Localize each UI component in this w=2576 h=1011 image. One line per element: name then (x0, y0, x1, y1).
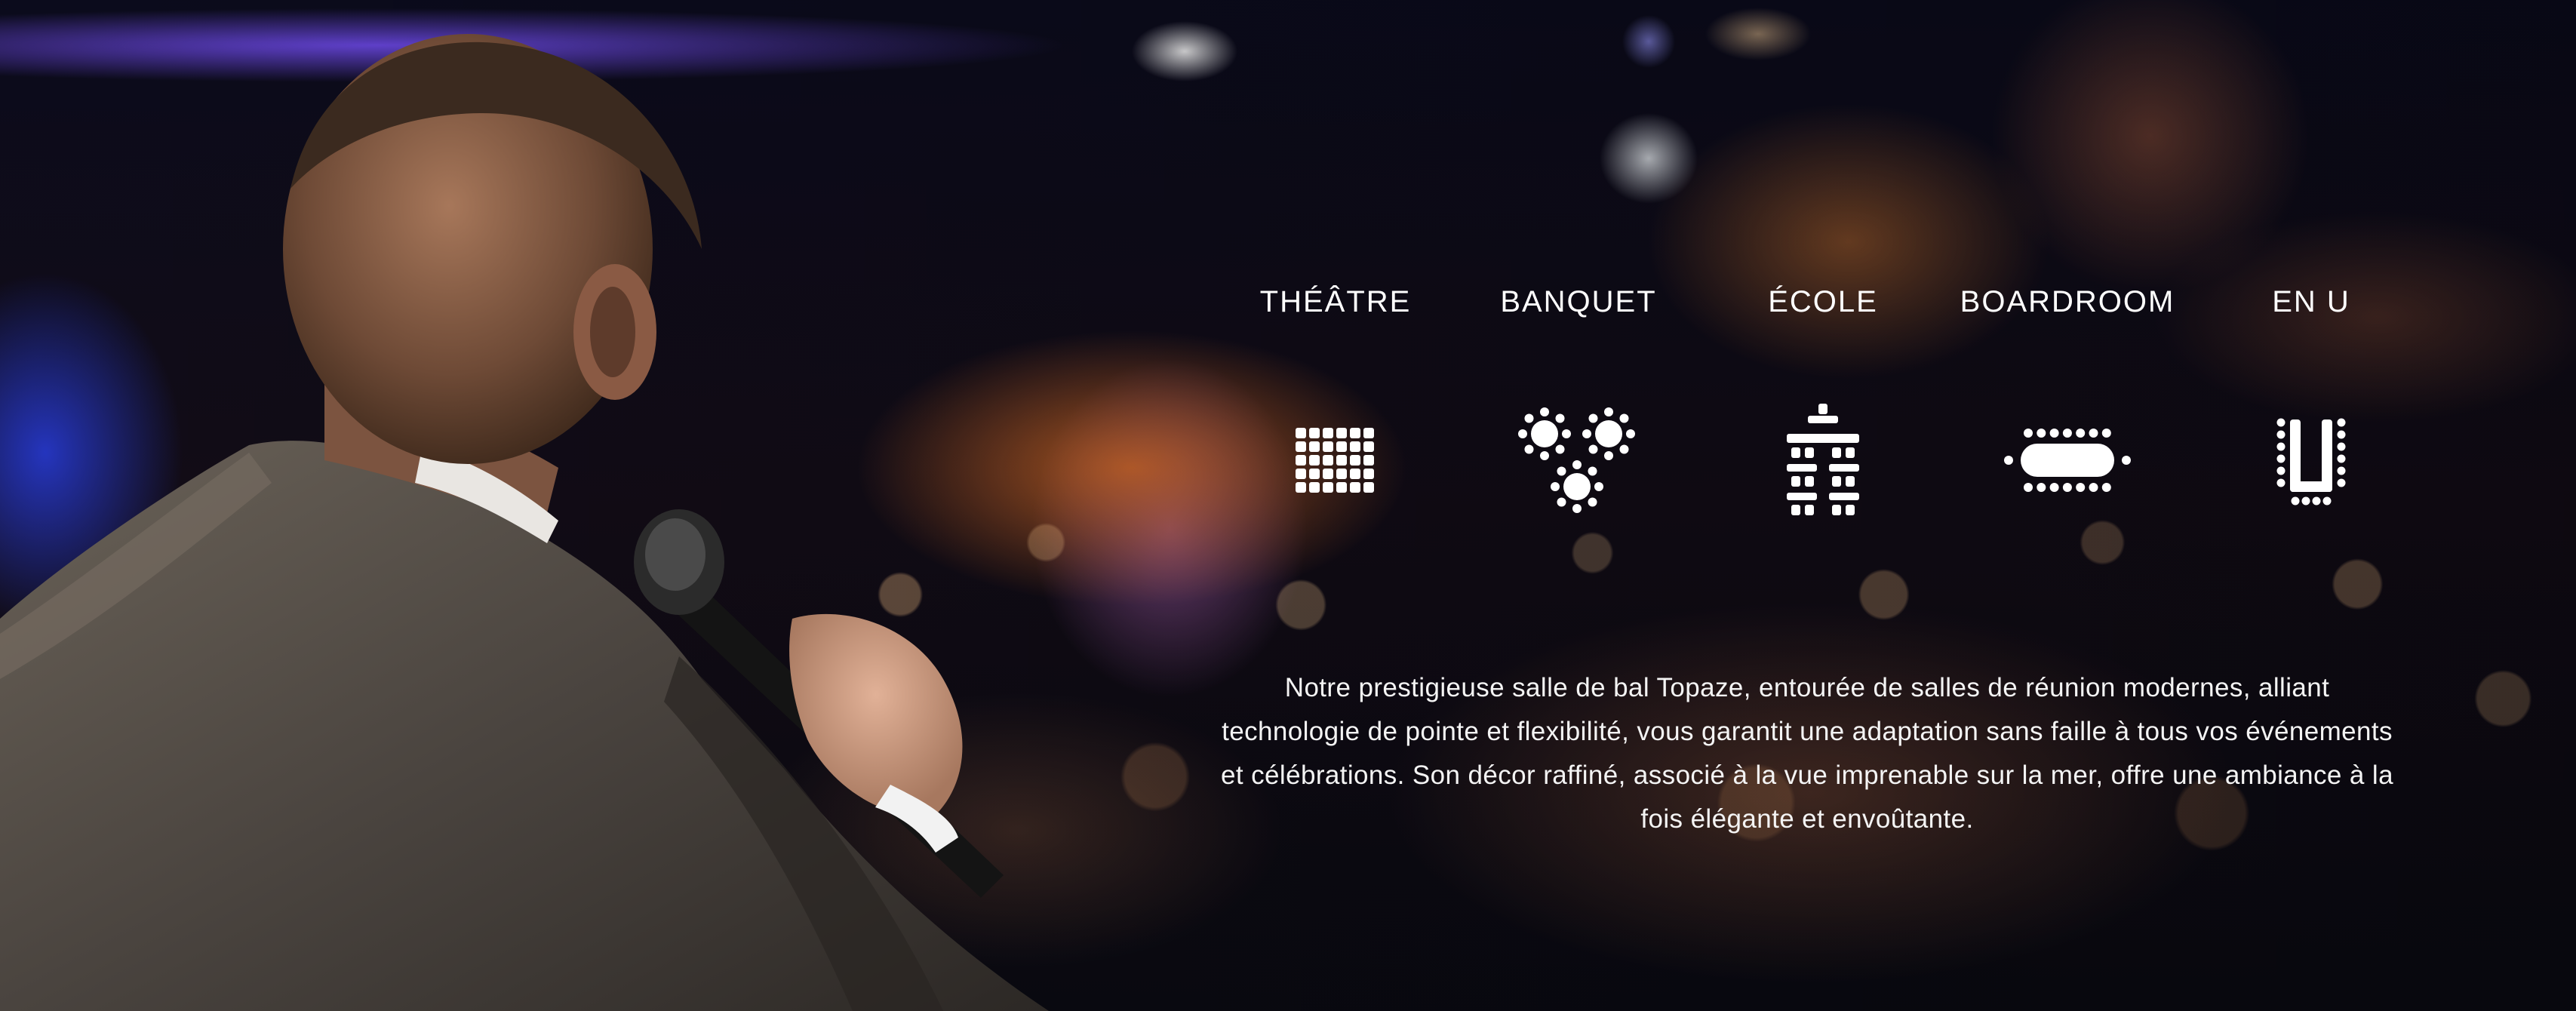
banquet-layout-icon (1511, 396, 1646, 524)
layout-label: THÉÂTRE (1259, 285, 1412, 318)
boardroom-layout-icon (2000, 396, 2135, 524)
speaker-figure (0, 34, 1049, 1011)
layout-option-banquet[interactable]: BANQUET (1465, 283, 1692, 524)
layout-option-en-u[interactable]: EN U (2198, 283, 2424, 524)
layout-label: BOARDROOM (1960, 285, 2175, 318)
layout-label: ÉCOLE (1768, 285, 1878, 318)
layout-option-boardroom[interactable]: BOARDROOM (1954, 283, 2181, 524)
hero-section: THÉÂTRE BANQUET ÉCOLE BOARDROOM EN U Not… (0, 0, 2576, 1011)
u-shape-layout-icon (2243, 396, 2379, 524)
layout-options: THÉÂTRE BANQUET ÉCOLE BOARDROOM EN U (1222, 283, 2384, 524)
venue-description: Notre prestigieuse salle de bal Topaze, … (1221, 673, 2393, 834)
classroom-layout-icon (1755, 396, 1891, 524)
theatre-layout-icon (1268, 396, 1403, 524)
layout-label: EN U (2272, 285, 2350, 318)
layout-option-theatre[interactable]: THÉÂTRE (1222, 283, 1449, 524)
layout-label: BANQUET (1500, 285, 1657, 318)
layout-option-ecole[interactable]: ÉCOLE (1710, 283, 1936, 524)
